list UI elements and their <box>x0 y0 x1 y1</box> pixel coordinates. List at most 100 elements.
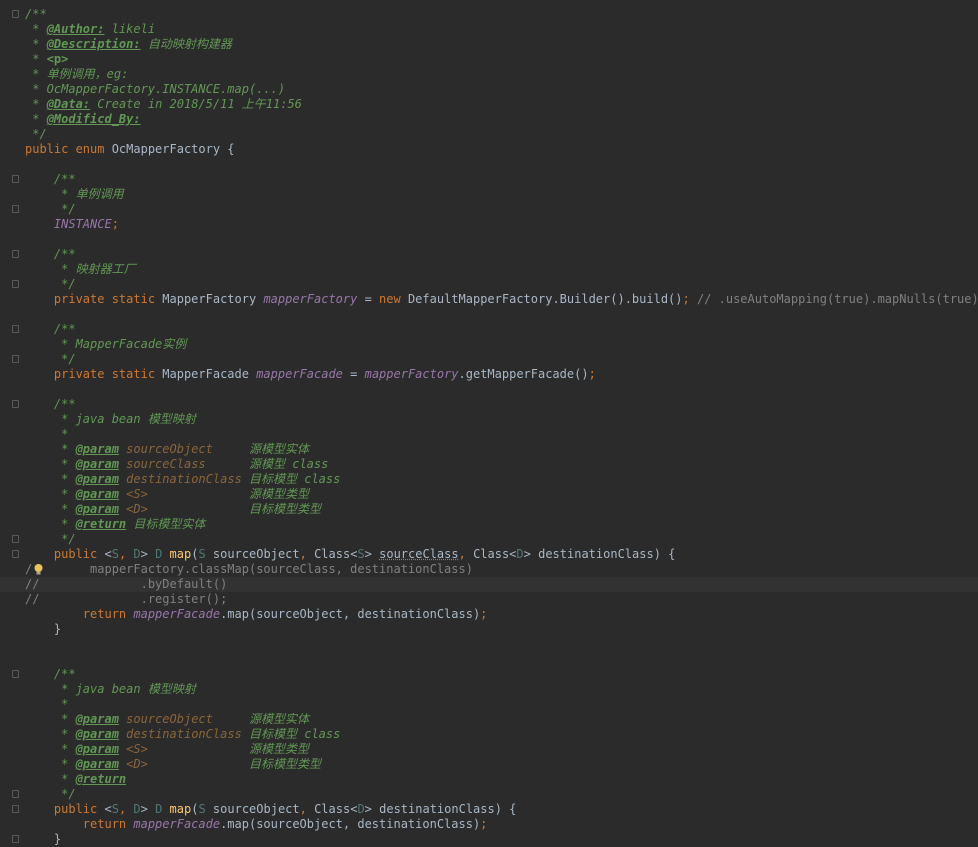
code-line[interactable]: * <p> <box>0 52 978 67</box>
code-token: * <box>25 742 76 756</box>
code-line[interactable]: */ <box>0 277 978 292</box>
code-token: * <box>25 472 76 486</box>
fold-marker-icon[interactable] <box>12 250 19 258</box>
code-token: Class< <box>314 547 358 561</box>
code-line[interactable]: /** <box>0 397 978 412</box>
code-token: * <box>25 427 69 441</box>
code-line[interactable]: /** <box>0 247 978 262</box>
code-line[interactable] <box>0 307 978 322</box>
code-token: S <box>357 547 365 561</box>
code-line[interactable]: */ <box>0 127 978 142</box>
code-line[interactable]: INSTANCE; <box>0 217 978 232</box>
code-line[interactable]: */ <box>0 202 978 217</box>
code-token: @param <box>75 757 119 771</box>
code-editor[interactable]: /** * @Author: likeli * @Description: 自动… <box>0 0 978 846</box>
code-line[interactable]: * @Author: likeli <box>0 22 978 37</box>
code-line[interactable]: * @param <D> 目标模型类型 <box>0 502 978 517</box>
fold-marker-icon[interactable] <box>12 670 19 678</box>
code-line[interactable]: // .register(); <box>0 592 978 607</box>
code-line[interactable]: /** <box>0 322 978 337</box>
fold-marker-icon[interactable] <box>12 535 19 543</box>
code-text: INSTANCE; <box>25 217 119 232</box>
code-text: /** <box>25 247 76 262</box>
code-line[interactable]: * @return 目标模型实体 <box>0 517 978 532</box>
code-line[interactable]: * @param sourceObject 源模型实体 <box>0 712 978 727</box>
code-line[interactable]: * @param <D> 目标模型类型 <box>0 757 978 772</box>
code-text: /** <box>25 667 76 682</box>
code-line[interactable]: private static MapperFactory mapperFacto… <box>0 292 978 307</box>
code-text: * @param sourceObject 源模型实体 <box>25 442 309 457</box>
code-token: * <box>25 487 76 501</box>
code-line[interactable]: /** <box>0 7 978 22</box>
code-line[interactable]: * @param <S> 源模型类型 <box>0 487 978 502</box>
code-line[interactable]: * <box>0 697 978 712</box>
code-text: * <box>25 427 68 442</box>
code-line[interactable]: public <S, D> D map(S sourceObject, Clas… <box>0 547 978 562</box>
code-line[interactable]: private static MapperFacade mapperFacade… <box>0 367 978 382</box>
code-line[interactable]: * @Data: Create in 2018/5/11 上午11:56 <box>0 97 978 112</box>
fold-marker-icon[interactable] <box>12 280 19 288</box>
code-token: sourceObject <box>212 547 300 561</box>
code-line[interactable]: * @param destinationClass 目标模型 class <box>0 727 978 742</box>
code-token: @param <box>75 442 119 456</box>
code-line[interactable]: return mapperFacade.map(sourceObject, de… <box>0 817 978 832</box>
code-line[interactable]: */ <box>0 787 978 802</box>
code-line[interactable]: * @Modificd_By: <box>0 112 978 127</box>
code-line[interactable]: * <box>0 427 978 442</box>
fold-marker-icon[interactable] <box>12 805 19 813</box>
code-line[interactable]: * MapperFacade实例 <box>0 337 978 352</box>
code-line[interactable] <box>0 652 978 667</box>
code-token: @param <box>75 712 119 726</box>
code-token: <p> <box>46 52 69 66</box>
code-line[interactable]: } <box>0 622 978 637</box>
code-text: * 单例调用 <box>25 187 124 202</box>
code-line[interactable]: * 单例调用，eg: <box>0 67 978 82</box>
code-token: = <box>357 292 380 306</box>
code-line[interactable]: * @param sourceObject 源模型实体 <box>0 442 978 457</box>
fold-marker-icon[interactable] <box>12 175 19 183</box>
code-line[interactable] <box>0 232 978 247</box>
code-line[interactable]: */ <box>0 352 978 367</box>
code-line[interactable]: } <box>0 832 978 847</box>
code-line[interactable]: return mapperFacade.map(sourceObject, de… <box>0 607 978 622</box>
code-line[interactable]: * java bean 模型映射 <box>0 412 978 427</box>
code-line[interactable]: / mapperFactory.classMap(sourceClass, de… <box>0 562 978 577</box>
code-line[interactable]: * 映射器工厂 <box>0 262 978 277</box>
code-line[interactable]: * 单例调用 <box>0 187 978 202</box>
code-token: @return <box>75 772 127 786</box>
code-line[interactable] <box>0 382 978 397</box>
code-line[interactable]: * @param destinationClass 目标模型 class <box>0 472 978 487</box>
code-line[interactable]: * @Description: 自动映射构建器 <box>0 37 978 52</box>
code-token: * 单例调用 <box>25 187 124 201</box>
code-line[interactable] <box>0 637 978 652</box>
code-line[interactable]: * java bean 模型映射 <box>0 682 978 697</box>
fold-marker-icon[interactable] <box>12 205 19 213</box>
code-text: public <S, D> D map(S sourceObject, Clas… <box>25 547 675 562</box>
code-token: 自动映射构建器 <box>140 37 232 51</box>
code-token: public enum <box>25 142 112 156</box>
fold-marker-icon[interactable] <box>12 355 19 363</box>
code-text: private static MapperFacade mapperFacade… <box>25 367 596 382</box>
code-line[interactable]: public enum OcMapperFactory { <box>0 142 978 157</box>
code-text: * @return <box>25 772 126 787</box>
fold-marker-icon[interactable] <box>12 790 19 798</box>
code-text: */ <box>25 202 75 217</box>
code-token: return <box>82 607 134 621</box>
code-line[interactable]: public <S, D> D map(S sourceObject, Clas… <box>0 802 978 817</box>
code-line[interactable]: /** <box>0 172 978 187</box>
code-line[interactable]: */ <box>0 532 978 547</box>
fold-marker-icon[interactable] <box>12 325 19 333</box>
code-line[interactable]: * @param sourceClass 源模型 class <box>0 457 978 472</box>
fold-marker-icon[interactable] <box>12 400 19 408</box>
code-token: @Description: <box>46 37 141 51</box>
fold-marker-icon[interactable] <box>12 550 19 558</box>
fold-marker-icon[interactable] <box>12 10 19 18</box>
code-text: * @param <S> 源模型类型 <box>25 742 309 757</box>
code-line[interactable]: * OcMapperFactory.INSTANCE.map(...) <box>0 82 978 97</box>
code-line[interactable]: /** <box>0 667 978 682</box>
code-line[interactable]: // .byDefault() <box>0 577 978 592</box>
code-line[interactable]: * @param <S> 源模型类型 <box>0 742 978 757</box>
code-line[interactable]: * @return <box>0 772 978 787</box>
code-line[interactable] <box>0 157 978 172</box>
